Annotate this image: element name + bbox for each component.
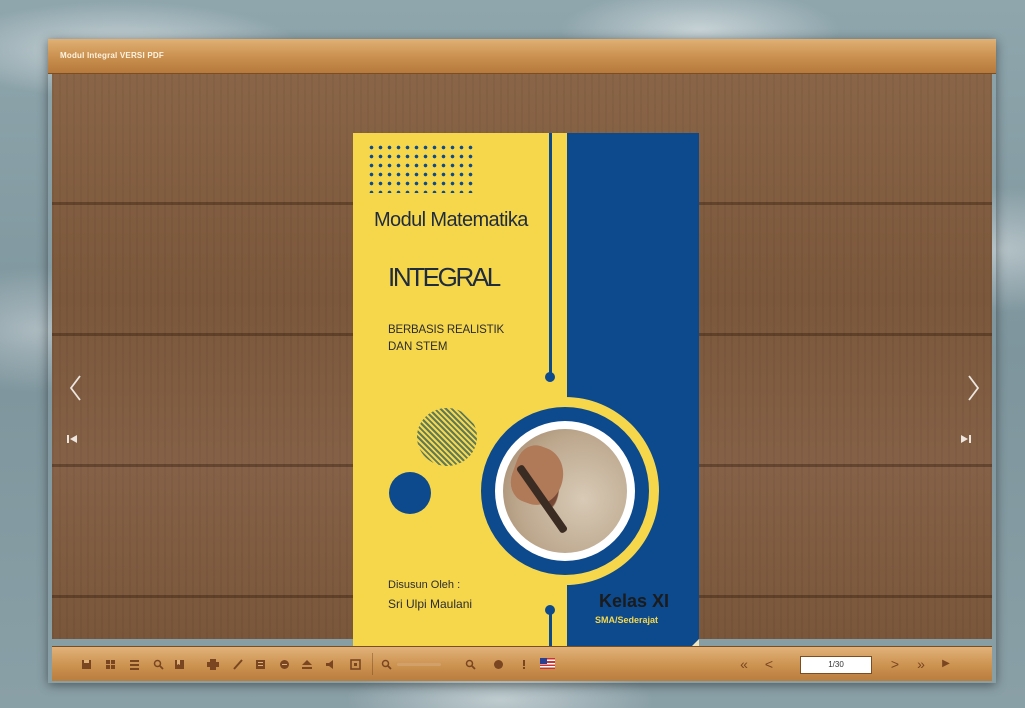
toolbar-separator — [372, 653, 373, 675]
notes-icon[interactable] — [254, 658, 266, 670]
thumbnails-icon[interactable] — [104, 658, 116, 670]
cover-title: INTEGRAL — [388, 262, 501, 292]
next-page-toolbar-button[interactable]: > — [890, 657, 900, 671]
fullscreen-icon[interactable] — [349, 658, 361, 670]
skip-to-end-icon — [961, 435, 971, 443]
page-number-input[interactable]: 1/30 — [800, 656, 872, 674]
last-page-toolbar-button[interactable]: » — [914, 657, 928, 671]
title-bar: Modul Integral VERSI PDF — [48, 39, 996, 74]
language-flag-icon[interactable] — [540, 658, 555, 669]
zoom-slider[interactable] — [397, 663, 441, 666]
chevron-right-icon — [968, 375, 980, 401]
table-of-contents-icon[interactable] — [128, 658, 140, 670]
auto-flip-icon[interactable] — [492, 658, 504, 670]
zoom-out-icon[interactable] — [380, 658, 392, 670]
skip-to-start-icon — [67, 435, 77, 443]
save-icon[interactable] — [80, 658, 92, 670]
cover-writing-photo — [503, 429, 627, 553]
bookmark-icon[interactable] — [173, 658, 185, 670]
previous-page-toolbar-button[interactable]: < — [764, 657, 774, 671]
play-icon[interactable]: ▶ — [940, 658, 952, 670]
cover-divider-dot-bottom — [545, 605, 555, 615]
cover-author-name: Sri Ulpi Maulani — [388, 597, 473, 611]
cover-small-blue-circle — [389, 472, 431, 514]
cover-subtitle-line1: BERBASIS REALISTIK — [388, 324, 504, 336]
search-icon[interactable] — [152, 658, 164, 670]
cover-divider-line — [549, 133, 552, 377]
cover-class: Kelas XI — [599, 591, 670, 611]
cover-hatched-circle — [417, 408, 477, 466]
book-stage: Modul Matematika INTEGRAL BERBASIS REALI… — [52, 74, 992, 655]
first-page-button[interactable] — [66, 433, 78, 445]
cover-level: SMA/Sederajat — [595, 615, 659, 625]
cover-dot-pattern — [367, 143, 477, 193]
flipbook-viewer: Modul Integral VERSI PDF Modul Matematik… — [48, 39, 996, 683]
cover-divider-dot — [545, 372, 555, 382]
share-icon[interactable] — [278, 658, 290, 670]
bottom-toolbar: « < 1/30 > » ▶ — [52, 646, 992, 681]
previous-page-button[interactable] — [68, 374, 82, 402]
chevron-left-icon — [69, 375, 81, 401]
download-icon[interactable] — [301, 658, 313, 670]
annotate-pen-icon[interactable] — [231, 658, 243, 670]
sound-icon[interactable] — [325, 658, 337, 670]
last-page-button[interactable] — [960, 433, 972, 445]
cover-author-label: Disusun Oleh : — [388, 579, 461, 591]
print-icon[interactable] — [207, 658, 219, 670]
cover-heading: Modul Matematika — [374, 209, 528, 231]
zoom-in-icon[interactable] — [464, 658, 476, 670]
document-title: Modul Integral VERSI PDF — [60, 51, 164, 60]
first-page-toolbar-button[interactable]: « — [737, 657, 751, 671]
help-icon[interactable] — [518, 658, 530, 670]
cover-subtitle-line2: DAN STEM — [388, 341, 448, 353]
next-page-button[interactable] — [967, 374, 981, 402]
book-cover-page[interactable]: Modul Matematika INTEGRAL BERBASIS REALI… — [353, 133, 699, 655]
